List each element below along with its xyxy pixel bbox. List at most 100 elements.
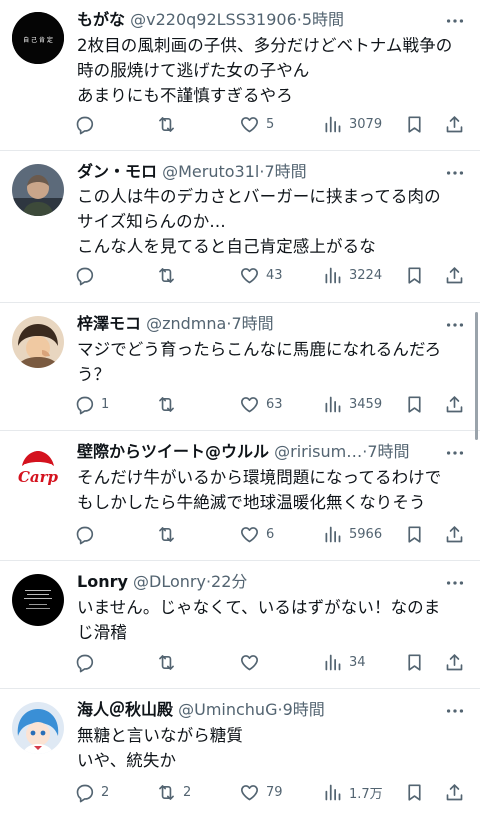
retweet-icon (159, 116, 174, 132)
post-header: ダン・モロ @Meruto31l·7時間 (77, 160, 446, 184)
avatar[interactable] (12, 164, 64, 216)
post-time[interactable]: 5時間 (302, 10, 344, 29)
retweet-button[interactable] (156, 649, 183, 675)
reply-icon (76, 784, 94, 802)
post-3[interactable]: 梓澤モコ @zndmna·7時間 マジでどう育ったらこんなに馬鹿になれるんだろ … (0, 302, 480, 431)
display-name[interactable]: ダン・モロ (77, 162, 157, 181)
retweet-button[interactable] (156, 521, 183, 547)
reply-button[interactable]: 1 (74, 391, 109, 417)
post-time[interactable]: 22分 (211, 572, 247, 591)
share-button[interactable] (444, 649, 465, 675)
more-icon[interactable] (444, 572, 466, 594)
views-icon (325, 526, 341, 542)
user-handle[interactable]: @DLonry (133, 572, 206, 591)
bookmark-button[interactable] (404, 779, 425, 805)
views-icon (325, 396, 341, 412)
more-icon[interactable] (444, 700, 466, 722)
action-bar: 34 (72, 649, 472, 675)
reply-button[interactable] (74, 521, 101, 547)
reply-button[interactable] (74, 111, 101, 137)
views-count: 1.7万 (349, 786, 383, 802)
like-button[interactable] (239, 649, 266, 675)
user-handle[interactable]: @ririsum… (274, 442, 362, 461)
display-name[interactable]: Lonry (77, 572, 128, 591)
more-icon[interactable] (444, 162, 466, 184)
more-icon[interactable] (444, 314, 466, 336)
reply-icon (76, 267, 94, 285)
reply-button[interactable]: 2 (74, 779, 109, 805)
post-time[interactable]: 7時間 (231, 314, 273, 333)
user-handle[interactable]: @v220q92LSS31906 (130, 10, 297, 29)
post-text: いません。じゃなくて、いるはずがない！なのま じ滑稽 (77, 598, 441, 642)
retweet-icon (159, 526, 174, 542)
share-button[interactable] (444, 111, 465, 137)
post-time[interactable]: 7時間 (367, 442, 409, 461)
user-handle[interactable]: @Meruto31l (162, 162, 259, 181)
more-icon[interactable] (444, 10, 466, 32)
retweet-button[interactable] (156, 262, 183, 288)
bookmark-button[interactable] (404, 262, 425, 288)
views-button[interactable]: 5966 (322, 521, 382, 547)
post-header: Lonry @DLonry·22分 (77, 570, 446, 594)
display-name[interactable]: 梓澤モコ (77, 314, 141, 333)
avatar-text: 自 己 肯 定 (23, 36, 53, 44)
share-icon (446, 525, 463, 542)
bookmark-button[interactable] (404, 649, 425, 675)
post-5[interactable]: Lonry @DLonry·22分 いません。じゃなくて、いるはずがない！なのま… (0, 560, 480, 689)
more-icon[interactable] (444, 442, 466, 464)
retweet-button[interactable] (156, 391, 183, 417)
bookmark-icon (408, 653, 421, 671)
user-handle[interactable]: @zndmna (146, 314, 226, 333)
bookmark-icon (408, 783, 421, 801)
post-time[interactable]: 7時間 (264, 162, 306, 181)
like-button[interactable]: 43 (239, 262, 283, 288)
avatar-text: Carp (18, 468, 59, 486)
views-button[interactable]: 3079 (322, 111, 382, 137)
share-button[interactable] (444, 779, 465, 805)
heart-icon (241, 267, 258, 283)
like-count: 63 (266, 396, 283, 412)
display-name[interactable]: 壁際からツイート@ウルル (77, 442, 269, 461)
retweet-icon (159, 784, 174, 800)
like-button[interactable]: 63 (239, 391, 283, 417)
like-button[interactable]: 79 (239, 779, 283, 805)
like-button[interactable]: 6 (239, 521, 274, 547)
post-text: マジでどう育ったらこんなに馬鹿になれるんだろ う？ (77, 340, 442, 384)
post-1[interactable]: 自 己 肯 定 もがな @v220q92LSS31906·5時間 2枚目の風刺画… (0, 0, 480, 151)
scrollbar[interactable] (475, 312, 478, 440)
display-name[interactable]: 海人＠秋山殿 (77, 700, 173, 719)
retweet-button[interactable] (156, 111, 183, 137)
views-button[interactable]: 1.7万 (322, 779, 383, 805)
like-button[interactable]: 5 (239, 111, 274, 137)
bookmark-icon (408, 266, 421, 284)
user-handle[interactable]: @UminchuG (178, 700, 277, 719)
views-button[interactable]: 3224 (322, 262, 382, 288)
post-time[interactable]: 9時間 (283, 700, 325, 719)
post-6[interactable]: 海人＠秋山殿 @UminchuG·9時間 無糖と言いながら糖質 いや、統失か 2… (0, 688, 480, 818)
reply-icon (76, 396, 94, 414)
display-name[interactable]: もがな (77, 10, 125, 29)
reply-button[interactable] (74, 649, 101, 675)
retweet-icon (159, 396, 174, 412)
retweet-button[interactable]: 2 (156, 779, 191, 805)
avatar[interactable] (12, 316, 64, 368)
reply-button[interactable] (74, 262, 101, 288)
bookmark-button[interactable] (404, 521, 425, 547)
views-button[interactable]: 34 (322, 649, 366, 675)
share-icon (446, 266, 463, 283)
reply-count: 2 (101, 784, 110, 800)
bookmark-button[interactable] (404, 111, 425, 137)
views-button[interactable]: 3459 (322, 391, 382, 417)
avatar[interactable]: Carp (12, 444, 64, 496)
reply-icon (76, 116, 94, 134)
share-button[interactable] (444, 521, 465, 547)
avatar[interactable] (12, 702, 64, 754)
share-button[interactable] (444, 391, 465, 417)
share-icon (446, 783, 463, 800)
bookmark-button[interactable] (404, 391, 425, 417)
share-button[interactable] (444, 262, 465, 288)
post-2[interactable]: ダン・モロ @Meruto31l·7時間 この人は牛のデカさとバーガーに挟まって… (0, 150, 480, 303)
post-4[interactable]: Carp 壁際からツイート@ウルル @ririsum…·7時間 そんだけ牛がいる… (0, 430, 480, 561)
avatar[interactable]: 自 己 肯 定 (12, 12, 64, 64)
avatar[interactable] (12, 574, 64, 626)
